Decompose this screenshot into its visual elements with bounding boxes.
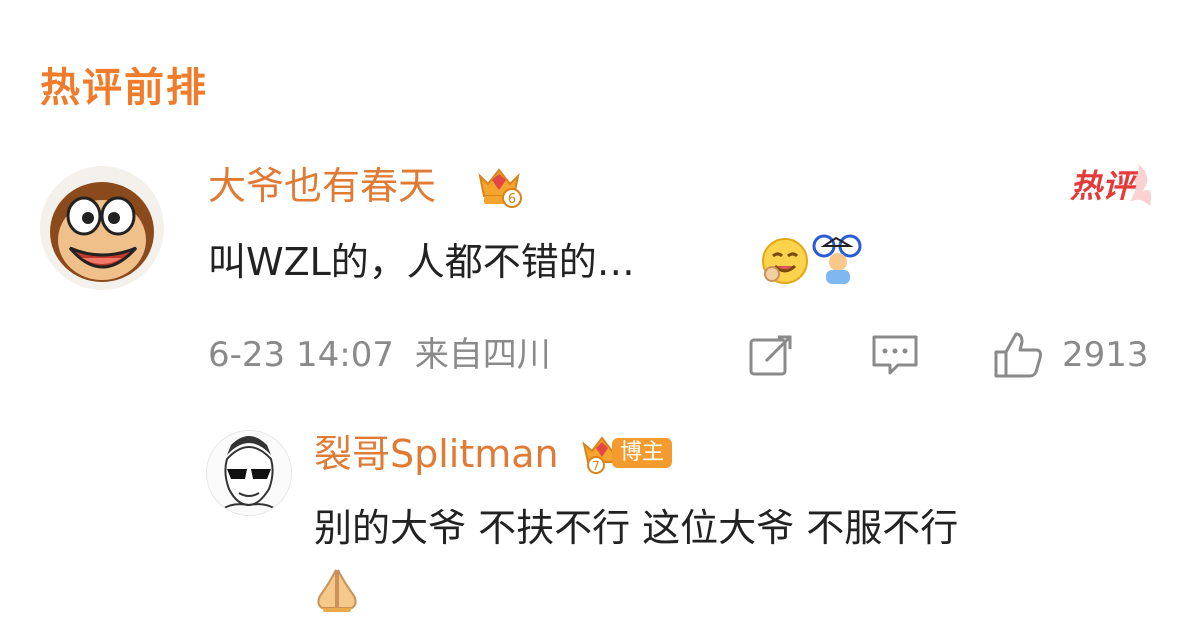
cyclist-emoji (812, 232, 864, 286)
thumbs-up-icon (994, 332, 1042, 378)
comment-meta: 6-23 14:07 来自四川 (208, 330, 551, 380)
svg-text:6: 6 (508, 192, 516, 207)
share-icon (749, 335, 792, 376)
reply-text: 别的大爷 不扶不行 这位大爷 不服不行 (314, 506, 959, 550)
reply-username[interactable]: 裂哥Splitman (314, 428, 559, 480)
hot-comments-page: 热评前排 大爷也有春天 6 热评 叫WZL的，人都不错的… 6-23 14:07… (0, 0, 1200, 640)
comment-username[interactable]: 大爷也有春天 (208, 160, 436, 212)
hot-comment-label: 热评 (1070, 167, 1135, 205)
pray-hands-emoji (312, 566, 362, 612)
blogger-tag: 博主 (612, 438, 673, 468)
comment-timestamp: 6-23 14:07 (208, 335, 394, 375)
avatar[interactable] (40, 166, 164, 290)
hot-comment-badge: 热评 (1070, 162, 1156, 212)
section-title: 热评前排 (40, 65, 208, 111)
svg-text:7: 7 (592, 459, 600, 473)
comment-icon (872, 335, 918, 375)
share-button[interactable] (746, 330, 794, 380)
reply-button[interactable] (870, 330, 920, 380)
yummy-face-emoji (760, 236, 810, 286)
like-button[interactable]: 2913 (992, 330, 1162, 380)
crown-icon: 6 (474, 162, 524, 210)
comment-location: 来自四川 (414, 335, 551, 375)
reply-avatar[interactable] (206, 430, 292, 516)
like-count: 2913 (1062, 335, 1149, 375)
comment-text: 叫WZL的，人都不错的… (208, 240, 635, 284)
